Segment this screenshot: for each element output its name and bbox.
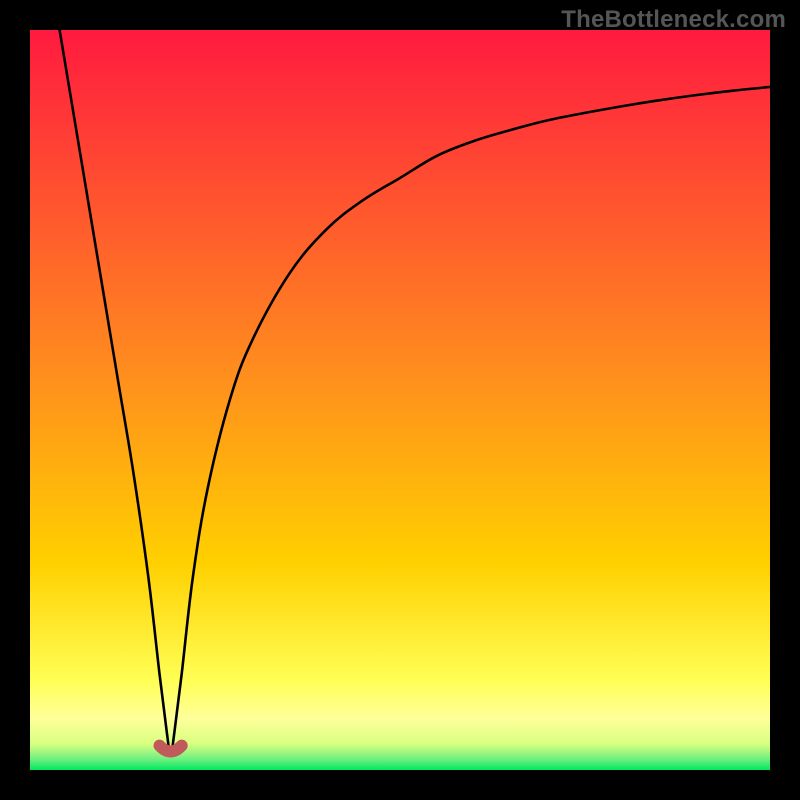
minimum-marker [160,746,182,752]
plot-svg [30,30,770,770]
gradient-background [30,30,770,770]
plot-area [30,30,770,770]
chart-frame: TheBottleneck.com [0,0,800,800]
watermark-text: TheBottleneck.com [561,6,786,34]
